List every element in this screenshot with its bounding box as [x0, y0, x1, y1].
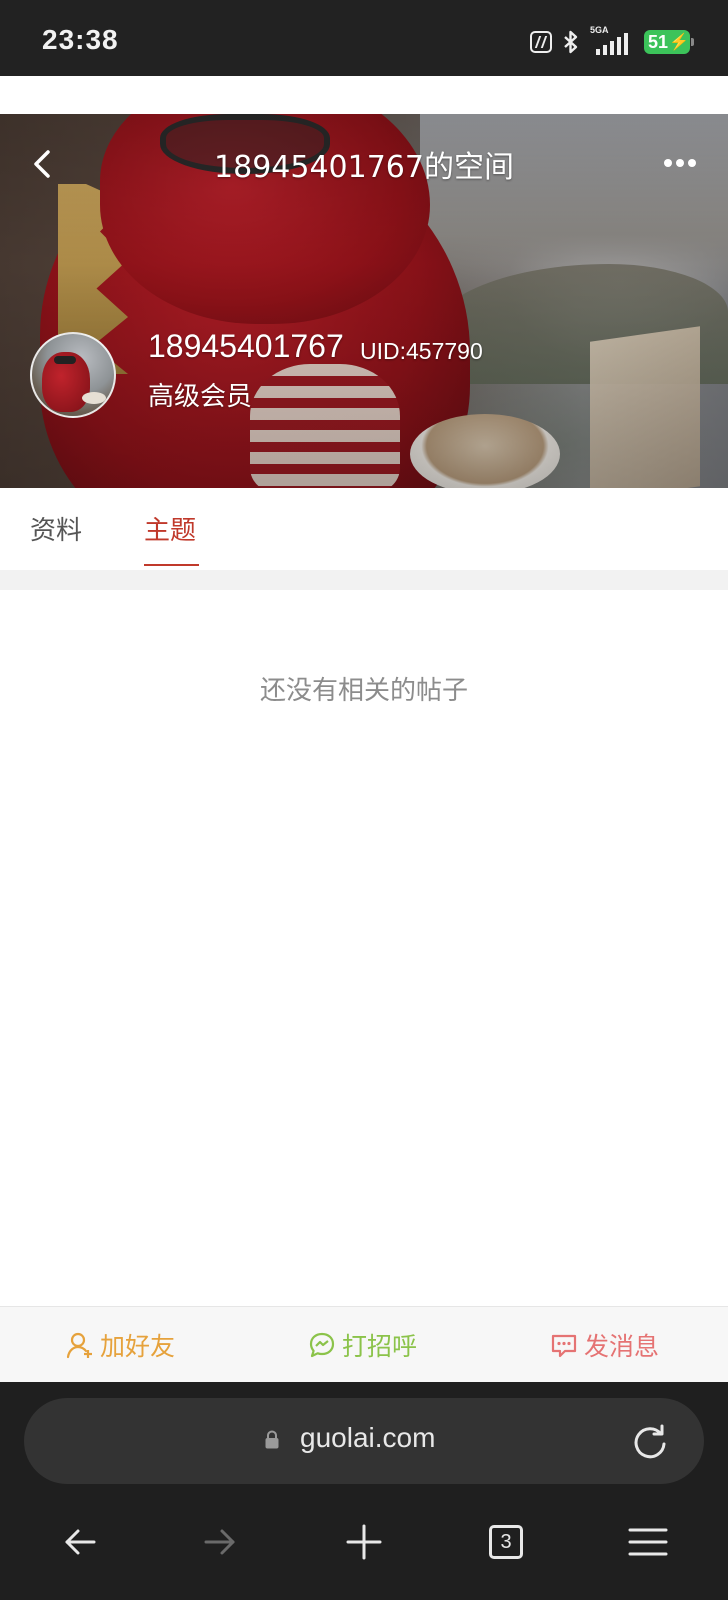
- greet-button[interactable]: 打招呼: [308, 1325, 417, 1365]
- add-user-icon: [66, 1332, 92, 1359]
- back-button[interactable]: [24, 144, 64, 184]
- tab-topics[interactable]: 主题: [144, 510, 196, 547]
- banner-shade: [0, 114, 728, 488]
- status-bar: 23:38 5GA 51 ⚡: [0, 0, 728, 76]
- battery-charging-icon: 51 ⚡: [644, 30, 694, 54]
- browser-back-button[interactable]: [58, 1520, 102, 1564]
- browser-top-strip: [0, 76, 728, 114]
- new-tab-button[interactable]: [342, 1520, 386, 1564]
- plus-icon: [346, 1524, 382, 1560]
- send-message-label: 发消息: [584, 1332, 660, 1361]
- more-dots-icon: [664, 159, 672, 167]
- chat-bubble-icon: [309, 1332, 335, 1358]
- avatar-cup: [82, 392, 106, 404]
- charging-bolt-icon: ⚡: [669, 34, 689, 51]
- tabs-icon: 3: [489, 1525, 523, 1559]
- empty-state-message: 还没有相关的帖子: [259, 676, 468, 706]
- add-friend-button[interactable]: 加好友: [66, 1325, 175, 1365]
- url-text: guolai.com: [300, 1422, 436, 1453]
- back-arrow-icon: [65, 1529, 96, 1555]
- greet-label: 打招呼: [342, 1332, 418, 1361]
- chevron-left-icon: [34, 150, 50, 178]
- menu-icon: [628, 1528, 668, 1556]
- signal-icon: 5GA: [590, 25, 634, 55]
- avatar[interactable]: [30, 332, 116, 418]
- browser-nav-row: 3: [0, 1512, 728, 1572]
- address-bar[interactable]: guolai.com: [24, 1398, 704, 1484]
- profile-tabs: 资料 主题: [0, 488, 728, 570]
- nfc-icon: [530, 31, 552, 53]
- tab-profile[interactable]: 资料: [30, 510, 82, 547]
- status-time: 23:38: [42, 24, 119, 55]
- username: 18945401767: [148, 328, 344, 364]
- lock-icon: [265, 1430, 279, 1449]
- status-icons: 5GA 51 ⚡: [530, 25, 694, 56]
- browser-menu-button[interactable]: [626, 1520, 670, 1564]
- user-uid: UID:457790: [360, 338, 483, 364]
- bluetooth-icon: [564, 30, 578, 54]
- more-button[interactable]: [658, 148, 702, 178]
- profile-banner: 18945401767的空间 18945401767 UID:457790 高级…: [0, 114, 728, 488]
- reload-icon[interactable]: [630, 1422, 670, 1462]
- browser-forward-button[interactable]: [198, 1520, 242, 1564]
- tabs-button[interactable]: 3: [484, 1520, 528, 1564]
- message-icon: [551, 1334, 577, 1358]
- active-tab-indicator: [144, 564, 199, 566]
- forward-arrow-icon: [204, 1529, 235, 1555]
- battery-level: 51: [648, 31, 669, 52]
- section-divider: [0, 570, 728, 590]
- action-bar: 加好友 打招呼 发消息: [0, 1306, 728, 1382]
- send-message-button[interactable]: 发消息: [550, 1325, 659, 1365]
- add-friend-label: 加好友: [100, 1332, 176, 1361]
- avatar-glasses: [54, 356, 76, 364]
- browser-toolbar: guolai.com 3: [0, 1382, 728, 1600]
- member-level: 高级会员: [148, 382, 253, 412]
